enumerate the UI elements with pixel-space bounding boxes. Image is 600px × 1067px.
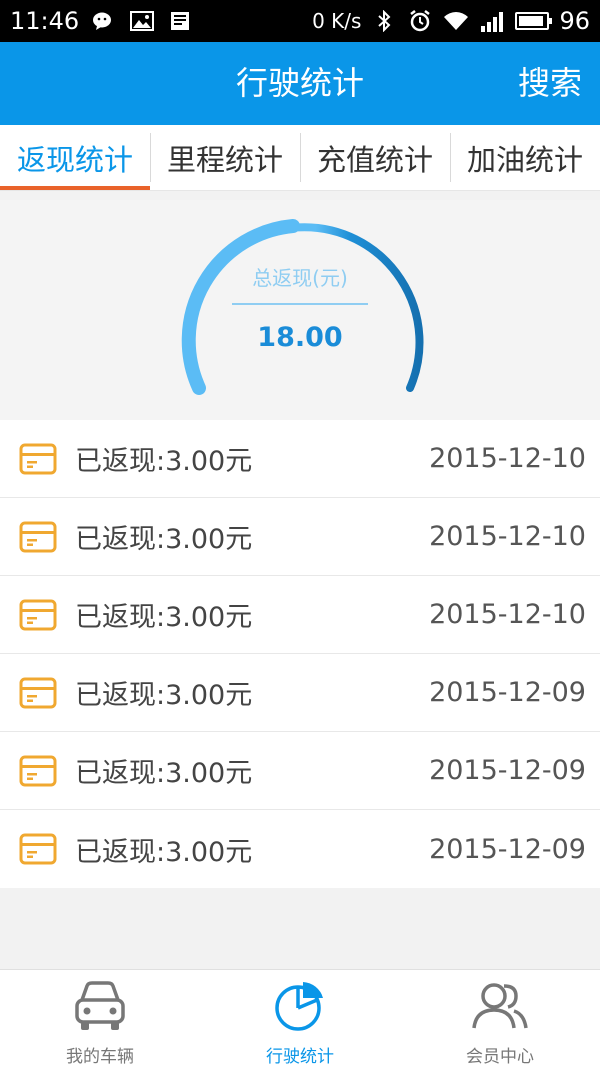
net-speed: 0 K/s	[312, 9, 362, 33]
list-item[interactable]: 已返现:3.00元 2015-12-10	[0, 420, 600, 498]
nav-label: 行驶统计	[266, 1047, 334, 1067]
gauge-total-value: 18.00	[257, 322, 343, 353]
tab-cashback-stats[interactable]: 返现统计	[0, 125, 150, 190]
card-icon	[19, 833, 57, 865]
gauge-label: 总返现(元)	[252, 266, 348, 290]
card-icon	[19, 677, 57, 708]
app-header: 行驶统计 搜索	[0, 42, 600, 125]
record-date: 2015-12-09	[429, 833, 586, 865]
tab-refuel-stats[interactable]: 加油统计	[450, 125, 600, 190]
nav-label: 我的车辆	[66, 1047, 134, 1067]
battery-icon	[515, 12, 553, 30]
members-icon	[472, 983, 528, 1029]
nav-my-vehicle[interactable]: 我的车辆	[0, 970, 200, 1067]
pie-chart-icon	[275, 982, 323, 1031]
car-icon	[75, 981, 125, 1030]
gauge-arc	[181, 219, 424, 395]
cashback-gauge: 总返现(元) 18.00	[0, 200, 600, 420]
list-item[interactable]: 已返现:3.00元 2015-12-10	[0, 498, 600, 576]
alarm-icon	[407, 10, 433, 32]
status-bar: 11:46 0 K/s 96	[0, 0, 600, 42]
record-text: 已返现:3.00元	[75, 524, 253, 555]
image-icon	[129, 10, 155, 32]
list-item[interactable]: 已返现:3.00元 2015-12-09	[0, 810, 600, 888]
nav-label: 会员中心	[466, 1047, 534, 1067]
record-date: 2015-12-10	[429, 599, 586, 630]
record-date: 2015-12-10	[429, 443, 586, 474]
record-text: 已返现:3.00元	[75, 758, 253, 789]
list-item[interactable]: 已返现:3.00元 2015-12-09	[0, 654, 600, 732]
card-icon	[19, 755, 57, 786]
record-text: 已返现:3.00元	[75, 602, 253, 633]
record-text: 已返现:3.00元	[75, 446, 253, 477]
record-text: 已返现:3.00元	[75, 680, 253, 711]
tab-recharge-stats[interactable]: 充值统计	[300, 125, 450, 190]
nav-driving-stats[interactable]: 行驶统计	[200, 970, 400, 1067]
bluetooth-icon	[371, 10, 397, 32]
gauge-divider	[232, 303, 368, 305]
bottom-nav: 我的车辆 行驶统计 会员中心	[0, 969, 600, 1067]
cashback-record-list: 已返现:3.00元 2015-12-10 已返现:3.00元 2015-12-1…	[0, 420, 600, 888]
record-date: 2015-12-09	[429, 677, 586, 708]
page-title: 行驶统计	[235, 64, 364, 102]
search-button[interactable]: 搜索	[518, 42, 582, 125]
card-icon	[19, 443, 57, 474]
news-icon	[167, 10, 193, 32]
card-icon	[19, 599, 57, 630]
battery-level: 96	[559, 7, 590, 35]
stats-tabs: 返现统计 里程统计 充值统计 加油统计	[0, 125, 600, 191]
record-date: 2015-12-09	[429, 755, 586, 786]
wechat-icon	[91, 10, 117, 32]
record-date: 2015-12-10	[429, 521, 586, 552]
nav-member-center[interactable]: 会员中心	[400, 970, 600, 1067]
card-icon	[19, 521, 57, 552]
tab-mileage-stats[interactable]: 里程统计	[150, 125, 300, 190]
list-item[interactable]: 已返现:3.00元 2015-12-10	[0, 576, 600, 654]
wifi-icon	[443, 10, 469, 32]
record-text: 已返现:3.00元	[75, 836, 253, 868]
status-time: 11:46	[10, 7, 80, 35]
list-item[interactable]: 已返现:3.00元 2015-12-09	[0, 732, 600, 810]
signal-4g-icon	[479, 10, 505, 32]
